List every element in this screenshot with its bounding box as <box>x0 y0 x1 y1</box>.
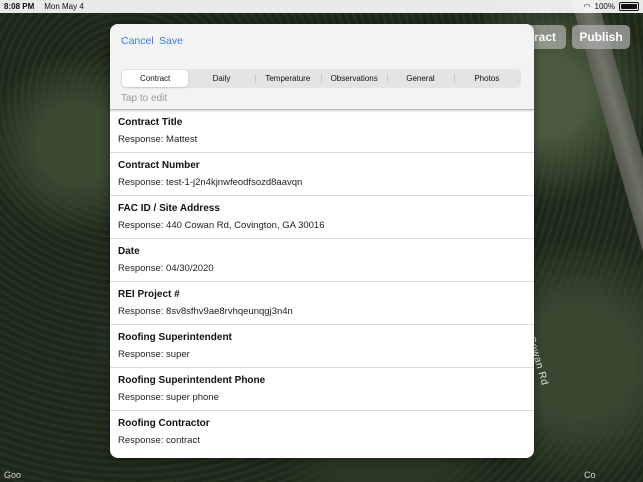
wifi-icon: ◠ <box>583 2 591 11</box>
status-time: 8:08 PM <box>4 2 35 11</box>
tab-observations[interactable]: Observations <box>320 70 387 87</box>
field-response: Response: test-1-j2n4kjnwfeodfsozd8aavqn <box>118 177 303 188</box>
field-title: FAC ID / Site Address <box>118 203 220 214</box>
map-label-right: Co <box>584 470 596 480</box>
field-title: Contract Title <box>118 117 183 128</box>
field-row-superintendent-phone[interactable]: Roofing Superintendent Phone Response: s… <box>110 368 534 411</box>
status-date: Mon May 4 <box>44 2 84 11</box>
field-title: Roofing Superintendent Phone <box>118 375 266 386</box>
field-title: Roofing Contractor <box>118 418 210 429</box>
map-attribution: Goo <box>4 470 22 480</box>
field-title: Date <box>118 246 140 257</box>
field-title: Roofing Superintendent <box>118 332 232 343</box>
publish-button[interactable]: Publish <box>572 25 630 49</box>
field-response: Response: contract <box>118 435 200 446</box>
field-response: Response: 440 Cowan Rd, Covington, GA 30… <box>118 220 325 231</box>
battery-icon <box>619 2 639 11</box>
field-row-site-address[interactable]: FAC ID / Site Address Response: 440 Cowa… <box>110 196 534 239</box>
field-response: Response: Mattest <box>118 134 198 145</box>
status-bar: 8:08 PM Mon May 4 ◠ 100% <box>0 0 643 13</box>
contract-modal: Cancel Save Contract Daily Temperature O… <box>110 24 534 458</box>
tab-contract[interactable]: Contract <box>122 70 189 87</box>
field-title: Contract Number <box>118 160 200 171</box>
cancel-button[interactable]: Cancel <box>121 35 154 47</box>
field-list: Contract Title Response: Mattest Contrac… <box>110 110 534 454</box>
status-right: ◠ 100% <box>584 2 639 11</box>
save-button[interactable]: Save <box>159 35 183 47</box>
tap-to-edit-hint: Tap to edit <box>121 93 168 104</box>
section-tabs: Contract Daily Temperature Observations … <box>121 69 521 88</box>
tab-general[interactable]: General <box>387 70 453 87</box>
field-row-date[interactable]: Date Response: 04/30/2020 <box>110 239 534 282</box>
field-response: Response: 8sv8sfhv9ae8rvhqeunqgj3n4n <box>118 306 293 317</box>
field-row-rei-project[interactable]: REI Project # Response: 8sv8sfhv9ae8rvhq… <box>110 282 534 325</box>
field-row-contract-title[interactable]: Contract Title Response: Mattest <box>110 110 534 153</box>
field-row-roofing-superintendent[interactable]: Roofing Superintendent Response: super <box>110 325 534 368</box>
field-title: REI Project # <box>118 289 180 300</box>
tab-temperature[interactable]: Temperature <box>254 70 321 87</box>
modal-header: Cancel Save Contract Daily Temperature O… <box>110 24 534 110</box>
field-row-contract-number[interactable]: Contract Number Response: test-1-j2n4kjn… <box>110 153 534 196</box>
field-row-roofing-contractor[interactable]: Roofing Contractor Response: contract <box>110 411 534 454</box>
field-response: Response: super <box>118 349 190 360</box>
battery-percent: 100% <box>594 2 615 11</box>
tab-photos[interactable]: Photos <box>453 70 520 87</box>
field-response: Response: 04/30/2020 <box>118 263 214 274</box>
field-response: Response: super phone <box>118 392 219 403</box>
tab-daily[interactable]: Daily <box>188 70 254 87</box>
